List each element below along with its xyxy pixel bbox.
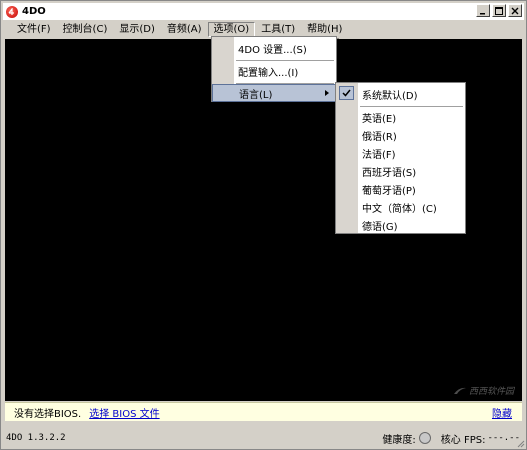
no-bios-message: 没有选择BIOS. (14, 408, 82, 420)
4do-logo-icon (6, 5, 18, 18)
menu-item-english-label: 英语(E) (362, 113, 397, 125)
submenu-arrow-icon (325, 90, 329, 96)
resize-grip-icon[interactable] (515, 438, 525, 448)
menu-item-configure-input-label: 配置输入...(I) (238, 67, 299, 79)
watermark: 西西软件园 (453, 384, 514, 397)
menu-item-system-default-label: 系统默认(D) (362, 90, 418, 102)
menu-item-russian[interactable]: 俄语(R) (336, 126, 465, 144)
menu-tools[interactable]: 工具(T) (255, 22, 301, 37)
menu-item-german-label: 德语(G) (362, 221, 398, 233)
minimize-icon (480, 12, 485, 14)
menu-options[interactable]: 选项(O) (207, 22, 256, 37)
menu-item-language-label: 语言(L) (239, 89, 273, 101)
core-fps-label: 核心 FPS: (440, 434, 486, 446)
swoosh-logo-icon (453, 387, 466, 394)
status-right: 健康度: 核心 FPS: ---.-- (382, 431, 520, 446)
menu-console[interactable]: 控制台(C) (57, 22, 114, 37)
menu-item-spanish-label: 西班牙语(S) (362, 167, 417, 179)
menu-item-portuguese[interactable]: 葡萄牙语(P) (336, 180, 465, 198)
menu-item-portuguese-label: 葡萄牙语(P) (362, 185, 416, 197)
menu-display[interactable]: 显示(D) (113, 22, 161, 37)
menu-help[interactable]: 帮助(H) (301, 22, 348, 37)
maximize-button[interactable] (492, 4, 506, 17)
menu-item-configure-input[interactable]: 配置输入...(I) (212, 62, 336, 80)
version-label: 4DO 1.3.2.2 (6, 433, 66, 443)
menu-item-english[interactable]: 英语(E) (336, 108, 465, 126)
menu-item-system-default[interactable]: 系统默认(D) (336, 85, 465, 103)
menu-item-settings-label: 4DO 设置...(S) (238, 44, 307, 56)
menu-item-language[interactable]: 语言(L) (212, 84, 336, 102)
watermark-text: 西西软件园 (468, 387, 514, 397)
select-bios-link[interactable]: 选择 BIOS 文件 (89, 405, 159, 420)
menu-item-german[interactable]: 德语(G) (336, 216, 465, 234)
window-title: 4DO (22, 6, 46, 17)
minimize-button[interactable] (476, 4, 490, 17)
health-label: 健康度: (382, 434, 416, 446)
language-submenu: 系统默认(D) 英语(E) 俄语(R) 法语(F) 西班牙语(S) 葡萄牙语(P… (335, 82, 466, 234)
menu-audio[interactable]: 音频(A) (161, 22, 208, 37)
maximize-icon (495, 6, 503, 15)
close-button[interactable] (508, 4, 522, 17)
menu-file[interactable]: 文件(F) (11, 22, 57, 37)
menu-item-spanish[interactable]: 西班牙语(S) (336, 162, 465, 180)
menu-item-chinese-simplified[interactable]: 中文（简体）(C) (336, 198, 465, 216)
hide-link[interactable]: 隐藏 (492, 405, 512, 420)
menu-item-french-label: 法语(F) (362, 149, 396, 161)
menu-item-french[interactable]: 法语(F) (336, 144, 465, 162)
close-icon (511, 7, 519, 14)
status-bar: 4DO 1.3.2.2 健康度: 核心 FPS: ---.-- (3, 429, 524, 447)
title-bar[interactable]: 4DO (3, 3, 524, 20)
health-indicator-icon (418, 432, 431, 444)
options-menu: 4DO 设置...(S) 配置输入...(I) 语言(L) (211, 36, 337, 102)
menu-separator (236, 60, 334, 61)
menu-item-russian-label: 俄语(R) (362, 131, 397, 143)
menu-separator (360, 106, 463, 107)
notification-bar: 没有选择BIOS. 选择 BIOS 文件 隐藏 (5, 402, 522, 421)
menu-item-chinese-simplified-label: 中文（简体）(C) (362, 203, 437, 215)
window-controls (476, 4, 522, 17)
checkmark-icon (339, 86, 354, 100)
menu-item-settings[interactable]: 4DO 设置...(S) (212, 39, 336, 57)
